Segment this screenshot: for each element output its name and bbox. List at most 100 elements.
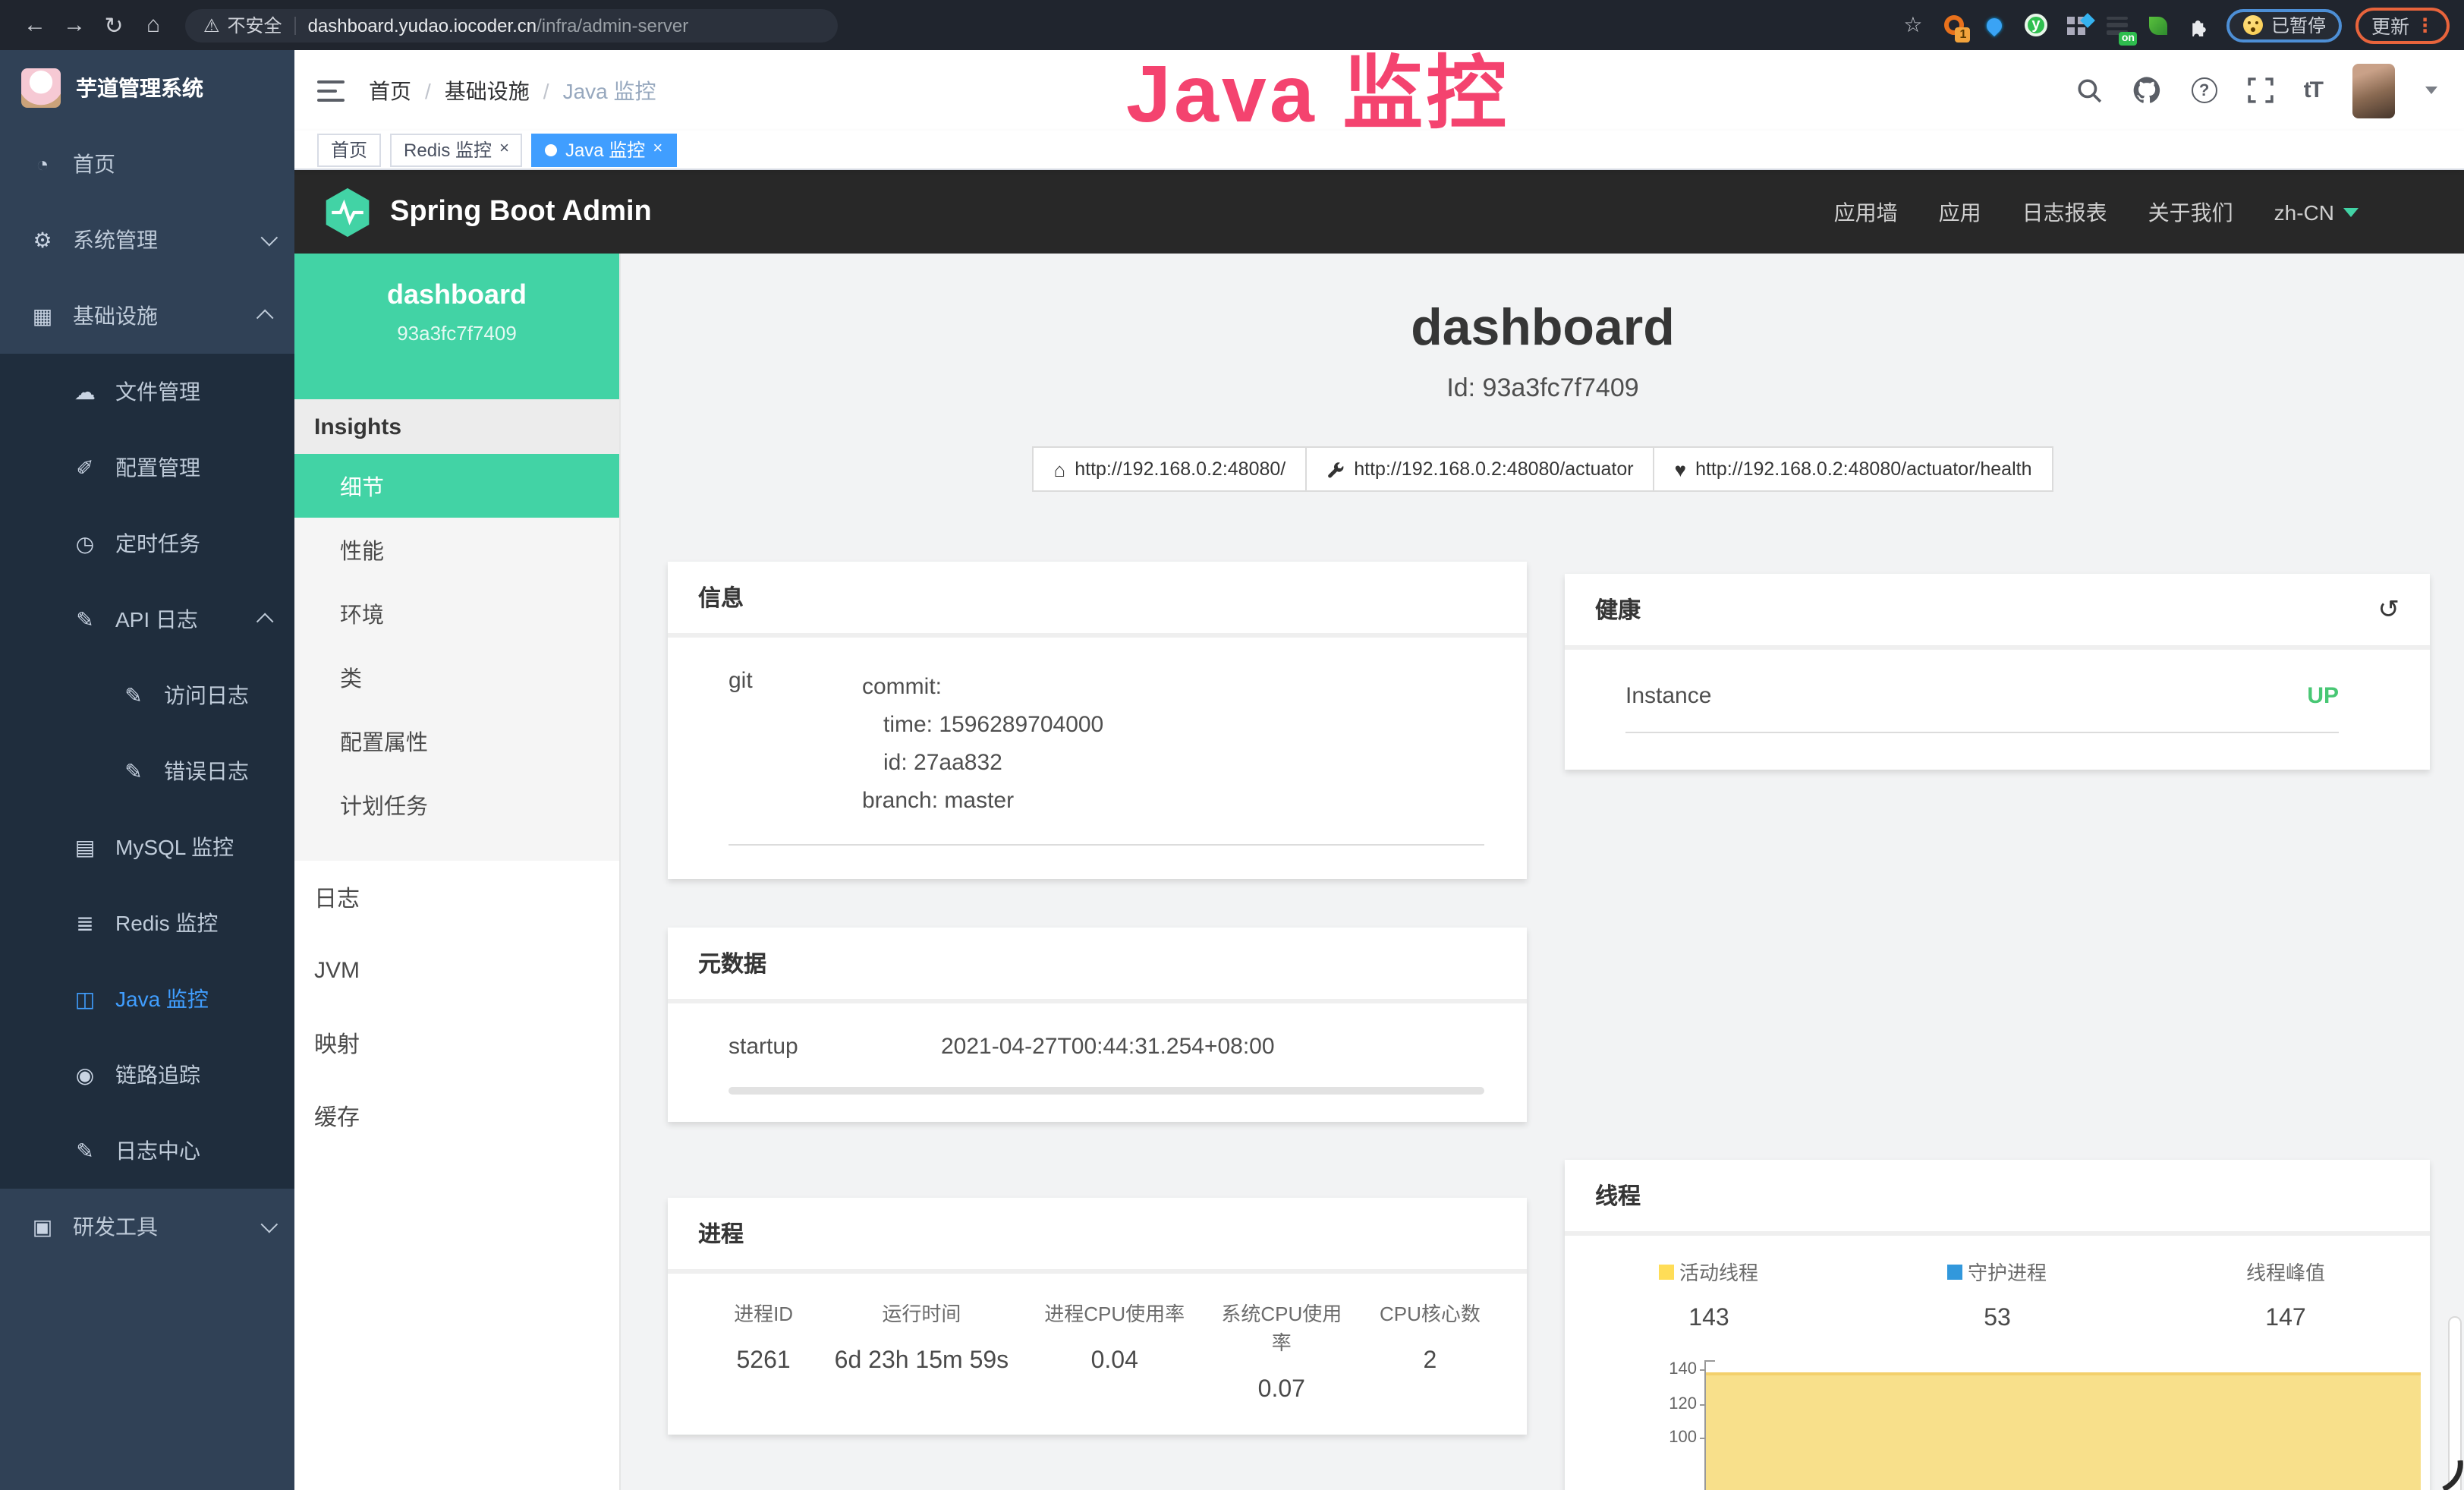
- extension-orange-icon[interactable]: 1: [1940, 11, 1968, 39]
- sidebar-item-java-monitor[interactable]: ◫ Java 监控: [0, 961, 294, 1037]
- sba-item-scheduled-tasks[interactable]: 计划任务: [294, 773, 619, 836]
- font-size-icon[interactable]: tT: [2304, 77, 2322, 103]
- back-icon[interactable]: ←: [15, 12, 55, 38]
- layers-icon: ≣: [73, 910, 97, 936]
- col-header: 运行时间: [829, 1298, 1015, 1327]
- search-icon[interactable]: [2076, 77, 2102, 103]
- locale-select[interactable]: zh-CN: [2274, 200, 2359, 224]
- metadata-card-title: 元数据: [668, 928, 1527, 999]
- sba-item-logs[interactable]: 日志: [294, 861, 619, 934]
- sidebar-item-trace[interactable]: ◉ 链路追踪: [0, 1037, 294, 1113]
- instance-links: ⌂ http://192.168.0.2:48080/ http://192.1…: [621, 446, 2464, 492]
- sba-item-jvm[interactable]: JVM: [294, 934, 619, 1006]
- breadcrumb-home[interactable]: 首页: [369, 75, 411, 106]
- pin-extension-icon[interactable]: [1981, 11, 2009, 39]
- not-secure-label[interactable]: 不安全: [228, 12, 282, 38]
- sidebar-item-file[interactable]: ☁ 文件管理: [0, 354, 294, 430]
- grid-extension-icon[interactable]: [2063, 11, 2091, 39]
- wrench-icon: [1326, 460, 1345, 478]
- reload-icon[interactable]: ↻: [94, 11, 134, 39]
- health-url-button[interactable]: ♥ http://192.168.0.2:48080/actuator/heal…: [1654, 446, 2053, 492]
- forward-icon[interactable]: →: [55, 12, 94, 38]
- active-threads-area: [1706, 1372, 2421, 1490]
- sidebar-item-job[interactable]: ◷ 定时任务: [0, 506, 294, 581]
- nav-applications[interactable]: 应用: [1939, 197, 1981, 227]
- nav-log-report[interactable]: 日志报表: [2022, 197, 2107, 227]
- help-icon[interactable]: ?: [2192, 77, 2217, 103]
- infra-submenu: ☁ 文件管理 ✐ 配置管理 ◷ 定时任务 ✎ API 日志 ✎: [0, 354, 294, 1189]
- sidebar-item-home[interactable]: ◔ 首页: [0, 126, 294, 202]
- status-badge: UP: [2307, 683, 2339, 709]
- sidebar-item-config[interactable]: ✐ 配置管理: [0, 430, 294, 506]
- browser-update-button[interactable]: 更新 ⋮: [2356, 7, 2450, 43]
- sba-item-classes[interactable]: 类: [294, 645, 619, 709]
- system-cpu-value: 0.07: [1215, 1377, 1348, 1404]
- avatar[interactable]: [2352, 63, 2395, 118]
- close-icon[interactable]: ×: [499, 141, 509, 158]
- uptime-value: 6d 23h 15m 59s: [829, 1348, 1015, 1375]
- col-header: CPU核心数: [1348, 1298, 1512, 1327]
- fullscreen-icon[interactable]: [2248, 77, 2274, 103]
- metadata-row-value: 2021-04-27T00:44:31.254+08:00: [941, 1034, 1275, 1060]
- sba-logo-icon: [322, 186, 373, 238]
- leaf-extension-icon[interactable]: [2145, 11, 2173, 39]
- chevron-down-icon: [261, 229, 278, 247]
- url-host: dashboard.yudao.iocoder.cn: [308, 14, 537, 36]
- info-row-label: git: [698, 668, 862, 820]
- col-header: 系统CPU使用率: [1215, 1298, 1348, 1356]
- horizontal-scrollbar[interactable]: [729, 1087, 1484, 1095]
- pencil-icon: ✐: [73, 455, 97, 480]
- tab-home[interactable]: 首页: [317, 133, 381, 166]
- sidebar-item-system[interactable]: ⚙ 系统管理: [0, 202, 294, 278]
- browser-menu-icon[interactable]: ⋮: [2415, 14, 2434, 36]
- home-icon: ⌂: [1054, 458, 1066, 480]
- home-nav-icon[interactable]: ⌂: [134, 12, 173, 38]
- legend-swatch-yellow: [1660, 1264, 1675, 1279]
- sba-brand[interactable]: Spring Boot Admin: [322, 186, 652, 238]
- sba-item-config-props[interactable]: 配置属性: [294, 709, 619, 773]
- instance-block[interactable]: dashboard 93a3fc7f7409: [294, 254, 619, 399]
- service-url-button[interactable]: ⌂ http://192.168.0.2:48080/: [1033, 446, 1308, 492]
- sba-item-details[interactable]: 细节: [294, 454, 619, 518]
- breadcrumb-infra[interactable]: 基础设施: [445, 75, 530, 106]
- app-logo-row[interactable]: 芋道管理系统: [0, 50, 294, 126]
- sidebar-item-access-log[interactable]: ✎ 访问日志: [0, 657, 294, 733]
- sidebar-item-mysql[interactable]: ▤ MySQL 监控: [0, 809, 294, 885]
- address-bar[interactable]: ⚠ 不安全 dashboard.yudao.iocoder.cn/infra/a…: [185, 8, 838, 42]
- bookmark-star-icon[interactable]: ☆: [1899, 11, 1927, 39]
- tab-java-monitor[interactable]: Java 监控 ×: [532, 133, 676, 166]
- shocked-emoji-icon: [2244, 15, 2264, 35]
- actuator-url-button[interactable]: http://192.168.0.2:48080/actuator: [1305, 446, 1654, 492]
- sba-item-environment[interactable]: 环境: [294, 581, 619, 645]
- nav-app-wall[interactable]: 应用墙: [1834, 197, 1898, 227]
- github-icon[interactable]: [2132, 76, 2161, 105]
- admin-sidebar: 芋道管理系统 ◔ 首页 ⚙ 系统管理 ▦ 基础设施 ☁ 文件管理: [0, 50, 294, 1490]
- process-card-title: 进程: [668, 1198, 1527, 1269]
- url-path: /infra/admin-server: [537, 14, 688, 36]
- col-header: 进程CPU使用率: [1015, 1298, 1215, 1327]
- switch-extension-icon[interactable]: on: [2104, 11, 2132, 39]
- edit-icon: ✎: [73, 606, 97, 632]
- sidebar-item-api-log[interactable]: ✎ API 日志: [0, 581, 294, 657]
- sba-item-mappings[interactable]: 映射: [294, 1006, 619, 1079]
- nav-about[interactable]: 关于我们: [2148, 197, 2233, 227]
- sidebar-item-infra[interactable]: ▦ 基础设施: [0, 278, 294, 354]
- corner-annotation-mark: [2440, 1460, 2464, 1490]
- collapse-sidebar-icon[interactable]: [317, 80, 345, 101]
- tags-view-bar: 首页 Redis 监控 × Java 监控 ×: [294, 131, 2464, 170]
- sidebar-item-log-center[interactable]: ✎ 日志中心: [0, 1113, 294, 1189]
- sidebar-item-dev-tools[interactable]: ▣ 研发工具: [0, 1189, 294, 1265]
- paused-extension-chip[interactable]: 已暂停: [2227, 8, 2343, 42]
- chevron-down-icon[interactable]: [2425, 87, 2437, 94]
- history-icon[interactable]: ↺: [2378, 594, 2400, 625]
- green-circle-icon: y: [2025, 14, 2047, 36]
- sba-item-metrics[interactable]: 性能: [294, 518, 619, 581]
- y-extension-icon[interactable]: y: [2022, 11, 2050, 39]
- close-icon[interactable]: ×: [653, 141, 662, 158]
- sidebar-item-redis[interactable]: ≣ Redis 监控: [0, 885, 294, 961]
- sidebar-item-error-log[interactable]: ✎ 错误日志: [0, 733, 294, 809]
- sba-item-caches[interactable]: 缓存: [294, 1079, 619, 1152]
- puzzle-extensions-icon[interactable]: [2186, 11, 2214, 39]
- tab-redis-monitor[interactable]: Redis 监控 ×: [390, 133, 523, 166]
- chart-y-axis: 140 120 100: [1704, 1360, 1706, 1490]
